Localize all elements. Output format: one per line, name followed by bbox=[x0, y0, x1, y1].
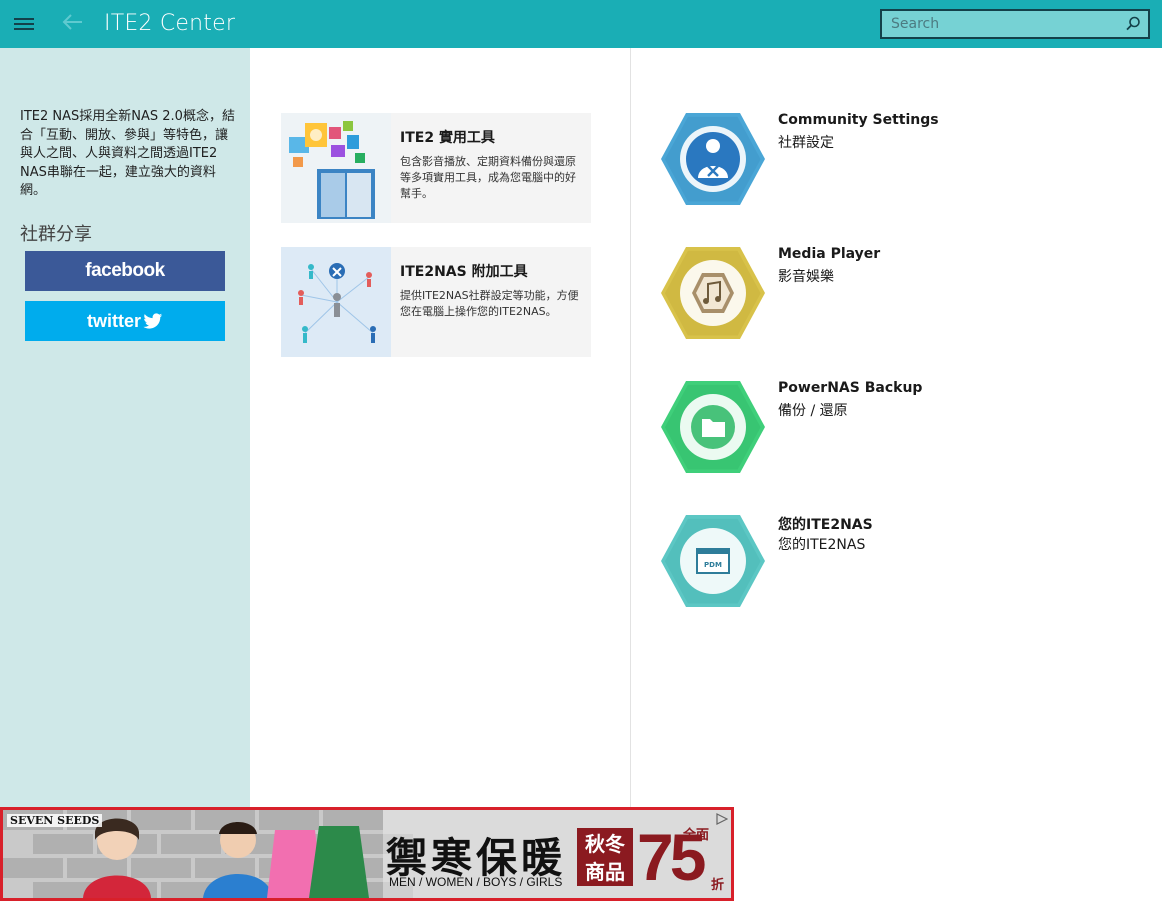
facebook-button[interactable]: facebook bbox=[25, 251, 225, 291]
app-powernas-backup[interactable]: PowerNAS Backup 備份 / 還原 bbox=[660, 380, 980, 476]
app-name: Community Settings bbox=[778, 112, 939, 128]
share-title: 社群分享 bbox=[20, 224, 92, 245]
tool-description: 提供ITE2NAS社群設定等功能，方便您在電腦上操作您的ITE2NAS。 bbox=[400, 289, 579, 318]
tool-title: ITE2NAS 附加工具 bbox=[400, 264, 528, 280]
facebook-label: facebook bbox=[85, 260, 165, 281]
twitter-label: twitter bbox=[87, 311, 141, 331]
tool-card-utilities[interactable]: ITE2 實用工具 包含影音播放、定期資料備份與還原等多項實用工具，成為您電腦中… bbox=[281, 113, 591, 223]
tool-description: 包含影音播放、定期資料備份與還原等多項實用工具，成為您電腦中的好幫手。 bbox=[400, 155, 576, 200]
search-box[interactable] bbox=[880, 9, 1150, 39]
ad-season-badge: 秋冬 商品 bbox=[577, 828, 633, 886]
community-settings-icon bbox=[661, 113, 765, 205]
ad-subline: MEN / WOMEN / BOYS / GIRLS bbox=[389, 875, 563, 889]
sidebar: ITE2 NAS採用全新NAS 2.0概念，結合「互動、開放、參與」等特色，讓與… bbox=[0, 48, 250, 901]
utilities-thumbnail bbox=[281, 113, 391, 223]
app-media-player[interactable]: Media Player 影音娛樂 bbox=[660, 246, 980, 342]
tool-title: ITE2 實用工具 bbox=[400, 130, 495, 146]
search-icon[interactable] bbox=[1124, 15, 1142, 33]
app-your-ite2nas[interactable]: PDM 您的ITE2NAS 您的ITE2NAS bbox=[660, 514, 980, 610]
ad-all-label: 全面 bbox=[683, 828, 710, 843]
music-note-icon bbox=[661, 247, 765, 339]
ad-season-line2: 商品 bbox=[585, 860, 625, 884]
app-subtitle: 備份 / 還原 bbox=[778, 403, 848, 419]
tool-card-addons[interactable]: ITE2NAS 附加工具 提供ITE2NAS社群設定等功能，方便您在電腦上操作您… bbox=[281, 247, 591, 357]
folder-icon bbox=[661, 381, 765, 473]
app-name: Media Player bbox=[778, 246, 881, 262]
twitter-button[interactable]: twitter bbox=[25, 301, 225, 341]
app-subtitle: 您的ITE2NAS bbox=[778, 537, 866, 553]
app-title: ITE2 Center bbox=[104, 11, 236, 36]
app-subtitle: 影音娛樂 bbox=[778, 269, 834, 285]
intro-text: ITE2 NAS採用全新NAS 2.0概念，結合「互動、開放、參與」等特色，讓與… bbox=[20, 109, 235, 198]
ad-season-line1: 秋冬 bbox=[585, 832, 625, 856]
ad-info-icon[interactable] bbox=[716, 813, 728, 825]
search-input[interactable] bbox=[882, 11, 1120, 37]
top-bar: ITE2 Center bbox=[0, 0, 1162, 48]
addons-thumbnail bbox=[281, 247, 391, 357]
ad-brand: SEVEN SEEDS bbox=[7, 814, 103, 827]
hamburger-menu-icon[interactable] bbox=[14, 18, 34, 30]
svg-text:PDM: PDM bbox=[704, 561, 722, 569]
app-name: 您的ITE2NAS bbox=[778, 517, 873, 533]
back-arrow-icon[interactable] bbox=[60, 10, 86, 38]
ad-fold-label: 折 bbox=[711, 878, 725, 893]
app-subtitle: 社群設定 bbox=[778, 135, 834, 151]
app-name: PowerNAS Backup bbox=[778, 380, 923, 396]
column-divider bbox=[630, 48, 631, 808]
pdm-window-icon: PDM bbox=[661, 515, 765, 607]
twitter-bird-icon bbox=[143, 313, 163, 329]
app-community-settings[interactable]: Community Settings 社群設定 bbox=[660, 112, 980, 208]
advertisement-banner[interactable]: SEVEN SEEDS 禦寒保暖 MEN / WOMEN / BOYS / GI… bbox=[0, 807, 734, 901]
